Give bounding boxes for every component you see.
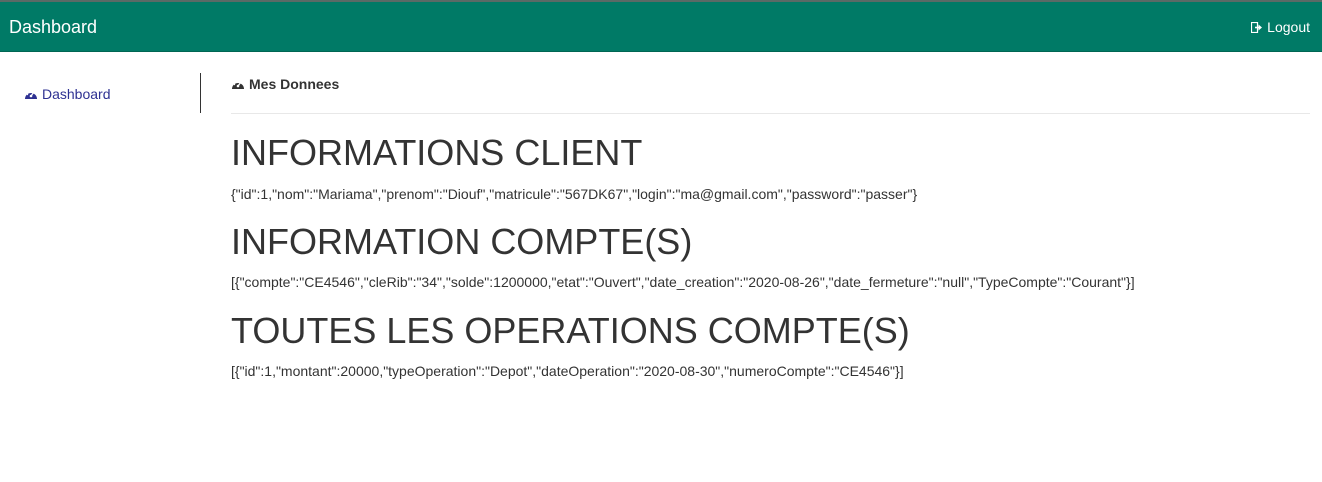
header-divider [231,113,1310,114]
section-content-operations: [{"id":1,"montant":20000,"typeOperation"… [231,363,904,379]
sign-out-icon [1251,21,1263,33]
top-navbar: Dashboard Logout [0,0,1322,52]
sidebar: Dashboard [0,52,200,482]
dashboard-icon [25,90,37,99]
page-header-label: Mes Donnees [249,76,340,92]
section-content-client: {"id":1,"nom":"Mariama","prenom":"Diouf"… [231,186,918,202]
section-title-operations: TOUTES LES OPERATIONS COMPTE(S) [231,310,910,351]
logout-label: Logout [1267,19,1310,35]
section-content-comptes: [{"compte":"CE4546","cleRib":"34","solde… [231,274,1135,290]
sidebar-divider [200,73,201,113]
section-title-comptes: INFORMATION COMPTE(S) [231,221,693,262]
sidebar-item-label: Dashboard [42,86,111,102]
page-header: Mes Donnees [231,75,339,93]
dashboard-icon [232,80,244,89]
logout-button[interactable]: Logout [1251,18,1310,36]
section-title-client: INFORMATIONS CLIENT [231,132,643,173]
navbar-brand[interactable]: Dashboard [9,16,97,38]
sidebar-item-dashboard[interactable]: Dashboard [24,85,111,103]
